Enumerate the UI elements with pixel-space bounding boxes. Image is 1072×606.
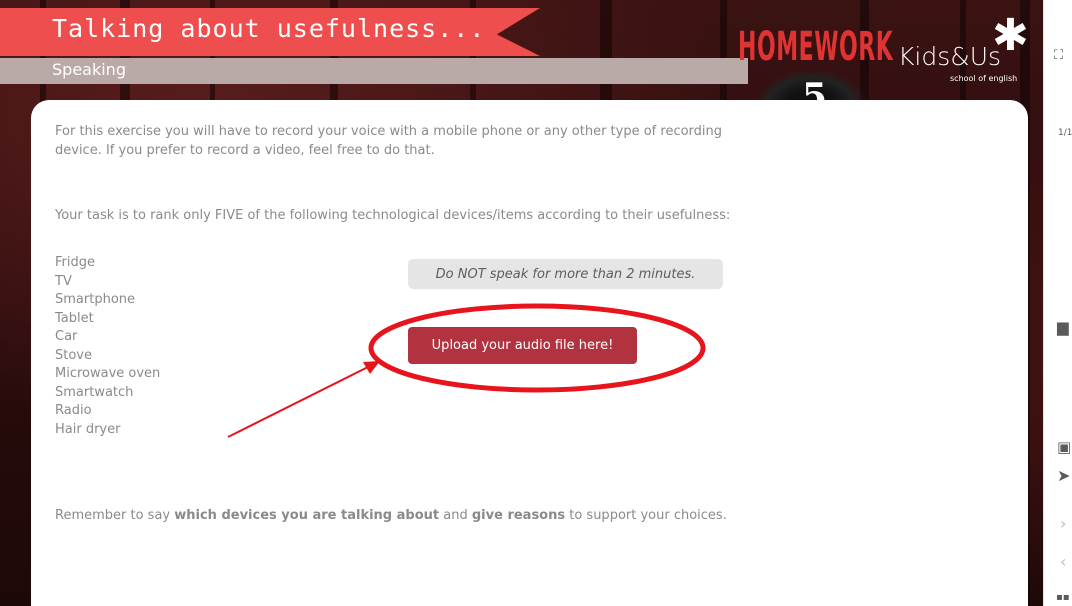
device-list-item: Hair dryer [55, 421, 121, 437]
chevron-left-icon[interactable]: ‹ [1060, 552, 1066, 571]
expand-icon[interactable]: ⛶ [1054, 48, 1063, 63]
reminder-text: Remember to say which devices you are ta… [55, 506, 835, 525]
time-note: Do NOT speak for more than 2 minutes. [408, 259, 723, 289]
device-list-item: Smartwatch [55, 384, 134, 400]
device-list-item: Stove [55, 347, 92, 363]
save-icon[interactable]: ▣ [1057, 438, 1071, 456]
device-list-item: Microwave oven [55, 366, 161, 381]
device-list-item: Tablet [55, 310, 94, 326]
page-subtitle: Speaking [52, 60, 126, 79]
reminder-part: Remember to say [55, 508, 175, 523]
device-list: Fridge TV Smartphone Tablet Car Stove Microwav… [55, 254, 160, 439]
upload-audio-button[interactable]: Upload your audio file here! [408, 327, 637, 364]
device-list-item: Fridge [55, 255, 95, 270]
reminder-bold: which devices you are talking about [174, 508, 440, 523]
grid-icon[interactable]: ▪▪ [1056, 592, 1070, 603]
reminder-part: to support your choices. [565, 508, 727, 523]
asterisk-logo-icon: ✱ [992, 10, 1029, 61]
reminder-bold: give reasons [471, 508, 566, 523]
brand-logo: Kids&Us [898, 42, 1002, 71]
page-title: Talking about usefulness... [52, 14, 486, 43]
device-list-item: Smartphone [55, 292, 136, 307]
side-panel: ⛶ 1/1 ▆ ▣ ➤ › ‹ ▪▪ [1043, 0, 1072, 606]
send-icon[interactable]: ➤ [1057, 466, 1070, 485]
chevron-right-icon[interactable]: › [1060, 514, 1066, 533]
brand-tagline: school of english [950, 74, 1018, 83]
intro-text: For this exercise you will have to recor… [55, 124, 723, 158]
device-list-item: Radio [55, 403, 92, 418]
reminder-part: and [439, 508, 472, 523]
device-list-item: Car [55, 329, 78, 344]
homework-label: HOMEWORK [738, 24, 894, 70]
print-icon[interactable]: ▆ [1057, 318, 1069, 336]
task-text: Your task is to rank only FIVE of the fo… [55, 208, 731, 223]
device-list-item: TV [55, 273, 72, 289]
page-indicator: 1/1 [1058, 128, 1072, 138]
